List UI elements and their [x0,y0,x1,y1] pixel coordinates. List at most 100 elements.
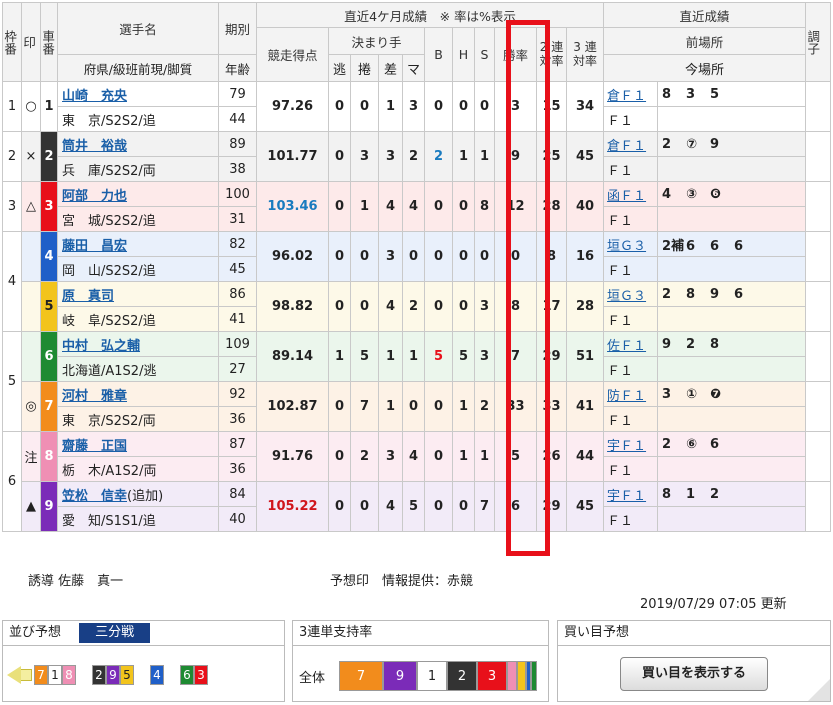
cur-results-cell [657,506,807,532]
h-cell: 0 [452,281,475,332]
b-cell: 5 [424,331,453,382]
rider-name-link[interactable]: 齋藤 正国 [62,439,127,454]
s-cell: 2 [474,381,495,432]
prev-venue-link[interactable]: 佐Ｆ１ [607,339,646,354]
h-cell: 5 [452,331,475,382]
car-number: 7 [40,381,58,432]
support-title: 3連単支持率 [299,625,373,640]
support-segment: 1 [417,661,447,691]
win-rate-cell: 3 [494,81,537,132]
kimarite-nige: 0 [328,131,351,182]
rider-name-link[interactable]: 笠松 信幸 [62,489,127,504]
kimarite-ma: 4 [402,181,425,232]
cur-results-cell [657,356,807,382]
header-age: 年齢 [218,54,257,82]
age-cell: 36 [218,406,257,432]
prev-venue-link[interactable]: 防Ｆ１ [607,389,646,404]
header-h: H [452,27,475,82]
score-cell: 101.77 [256,131,329,182]
rider-pref-cell: 東 京/S2S2/両 [57,406,219,432]
header-s: S [474,27,495,82]
cur-venue-cell: Ｆ１ [603,106,659,132]
kimarite-nige: 1 [328,331,351,382]
rider-name-link[interactable]: 阿部 力也 [62,189,127,204]
rider-name-link[interactable]: 筒井 裕哉 [62,139,127,154]
s-cell: 3 [474,281,495,332]
car-number: 3 [40,181,58,232]
prev-result-item: 2 [662,436,672,452]
cur-results-cell [657,406,807,432]
prev-venue-link[interactable]: 垣Ｇ３ [607,289,646,304]
kimarite-nige: 0 [328,431,351,482]
prev-result-item: ⑦ [686,136,698,152]
kimarite-ma: 0 [402,381,425,432]
rider-name-link[interactable]: 河村 雅章 [62,389,127,404]
kimarite-makuri: 0 [350,81,379,132]
prev-venue-link[interactable]: 倉Ｆ１ [607,89,646,104]
kimarite-nige: 0 [328,381,351,432]
support-bar: 79123 [339,661,537,691]
header-shirushi: 印 [21,2,41,82]
kaime-button[interactable]: 買い目を表示する [620,657,768,691]
prev-result-item: ③ [686,186,698,202]
age-cell: 31 [218,206,257,232]
rider-name-link[interactable]: 藤田 昌宏 [62,239,127,254]
prev-results-cell: 2補 6 6 6 [657,231,807,257]
kimarite-sashi: 3 [378,131,403,182]
prev-venue-link[interactable]: 倉Ｆ１ [607,139,646,154]
support-panel: 3連単支持率 全体 79123 [292,620,549,702]
narabi-header: 並び予想 三分戦 [3,621,284,646]
rider-name-link[interactable]: 山崎 充央 [62,89,127,104]
period-cell: 89 [218,131,257,157]
rider-name-cell: 筒井 裕哉 [57,131,219,157]
support-segment [531,661,537,691]
header-makuri: 捲 [350,54,379,82]
yoso-mark-text: 予想印 情報提供：赤競 [330,574,474,589]
prev-venue-link[interactable]: 宇Ｆ１ [607,489,646,504]
prev-results-cell: 812 [657,481,807,507]
h-cell: 1 [452,431,475,482]
prev-venue-link[interactable]: 函Ｆ１ [607,189,646,204]
ren2-cell: 25 [536,131,567,182]
kimarite-nige: 0 [328,181,351,232]
prev-result-item: 6 [710,238,720,254]
rider-name-cell: 藤田 昌宏 [57,231,219,257]
rider-pref-cell: 栃 木/A1S2/両 [57,456,219,482]
age-cell: 36 [218,456,257,482]
mark-cell: × [21,131,41,182]
prev-result-item: 6 [710,436,720,452]
score-cell: 98.82 [256,281,329,332]
prev-venue-link[interactable]: 宇Ｆ１ [607,439,646,454]
kimarite-sashi: 4 [378,181,403,232]
narabi-title: 並び予想 [9,625,62,640]
header-kimarite: 決まり手 [328,27,425,55]
prev-venue-cell: 佐Ｆ１ [603,331,659,357]
b-cell: 0 [424,281,453,332]
car-number: 9 [40,481,58,532]
kimarite-ma: 5 [402,481,425,532]
rider-name-link[interactable]: 中村 弘之輔 [62,339,140,354]
narabi-car: 7 [34,665,48,685]
kimarite-makuri: 2 [350,431,379,482]
rider-name-cell: 山崎 充央 [57,81,219,107]
kimarite-makuri: 7 [350,381,379,432]
kaime-panel: 買い目予想 買い目を表示する [557,620,831,702]
score-cell: 103.46 [256,181,329,232]
condition-cell [805,231,832,282]
prev-venue-cell: 函Ｆ１ [603,181,659,207]
period-cell: 82 [218,231,257,257]
period-cell: 79 [218,81,257,107]
waku-cell: 5 [2,331,22,432]
cur-venue-cell: Ｆ１ [603,456,659,482]
prev-result-item: 2 [662,136,672,152]
prev-venue-link[interactable]: 垣Ｇ３ [607,239,646,254]
ren3-cell: 45 [565,131,605,182]
kimarite-sashi: 3 [378,431,403,482]
s-cell: 1 [474,431,495,482]
prev-venue-cell: 宇Ｆ１ [603,431,659,457]
rider-name-link[interactable]: 原 真司 [62,289,114,304]
mark-cell: ◎ [21,381,41,432]
mark-cell: ▲ [21,481,41,532]
mark-cell: △ [21,181,41,232]
mark-cell [21,231,41,282]
